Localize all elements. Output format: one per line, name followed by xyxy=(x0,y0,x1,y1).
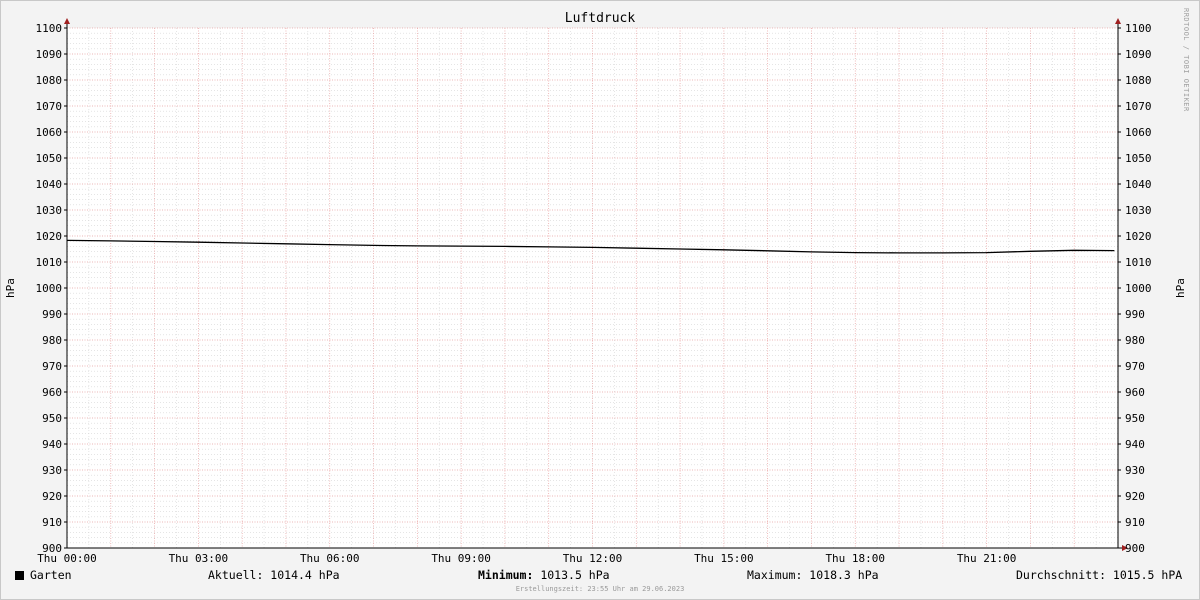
x-tick-label: Thu 15:00 xyxy=(694,552,754,565)
y-tick-label: 1020 xyxy=(1125,230,1152,243)
watermark: RRDTOOL / TOBI OETIKER xyxy=(1182,8,1190,112)
y-tick-label: 990 xyxy=(1125,308,1145,321)
y-tick-label: 1030 xyxy=(1125,204,1152,217)
legend-minimum: Minimum: 1013.5 hPa xyxy=(478,568,610,582)
legend-series: Garten xyxy=(15,568,72,582)
y-tick-label: 950 xyxy=(42,412,62,425)
y-tick-label: 980 xyxy=(42,334,62,347)
y-tick-label: 1000 xyxy=(1125,282,1152,295)
x-tick-label: Thu 03:00 xyxy=(169,552,229,565)
y-tick-label: 900 xyxy=(1125,542,1145,555)
y-tick-label: 1060 xyxy=(36,126,63,139)
y-tick-label: 950 xyxy=(1125,412,1145,425)
y-tick-label: 910 xyxy=(42,516,62,529)
footer-timestamp: Erstellungszeit: 23:55 Uhr am 29.06.2023 xyxy=(515,585,685,593)
y-tick-label: 1020 xyxy=(36,230,63,243)
legend-maximum: Maximum: 1018.3 hPa xyxy=(747,568,879,582)
legend-aktuell: Aktuell: 1014.4 hPa xyxy=(208,568,340,582)
x-tick-label: Thu 09:00 xyxy=(431,552,491,565)
y-tick-label: 940 xyxy=(42,438,62,451)
y-tick-label: 920 xyxy=(1125,490,1145,503)
y-tick-label: 990 xyxy=(42,308,62,321)
y-tick-labels-right: 900 910 920 930 940 950 960 970 980 990 1000 1010 10… xyxy=(1125,22,1152,555)
y-tick-label: 1060 xyxy=(1125,126,1152,139)
y-tick-label: 1050 xyxy=(36,152,63,165)
y-axis-label-right: hPa xyxy=(1174,278,1187,298)
legend-durchschnitt: Durchschnitt: 1015.5 hPA xyxy=(1016,568,1183,582)
y-tick-label: 1010 xyxy=(1125,256,1152,269)
chart-title: Luftdruck xyxy=(564,11,636,26)
y-tick-label: 970 xyxy=(1125,360,1145,373)
legend-minimum-label: Minimum: xyxy=(478,568,534,582)
y-tick-labels-left: 9009109209309409509609709809901000101010… xyxy=(36,22,63,555)
y-tick-label: 1070 xyxy=(36,100,63,113)
y-tick-label: 1040 xyxy=(1125,178,1152,191)
chart-canvas: 900 910 920 930 940 950 960 970 980 990 1000 1010 10… xyxy=(4,18,1187,565)
y-tick-label: 1090 xyxy=(36,48,63,61)
y-tick-label: 920 xyxy=(42,490,62,503)
x-tick-label: Thu 18:00 xyxy=(825,552,885,565)
y-tick-label: 910 xyxy=(1125,516,1145,529)
y-tick-label: 970 xyxy=(42,360,62,373)
y-tick-label: 1030 xyxy=(36,204,63,217)
legend-minimum-value: 1013.5 hPa xyxy=(540,568,610,582)
y-tick-label: 1010 xyxy=(36,256,63,269)
x-tick-label: Thu 21:00 xyxy=(957,552,1017,565)
y-tick-label: 1000 xyxy=(36,282,63,295)
y-tick-label: 980 xyxy=(1125,334,1145,347)
major-grid xyxy=(66,27,1119,549)
x-tick-label: Thu 12:00 xyxy=(563,552,623,565)
y-tick-label: 1080 xyxy=(36,74,63,87)
y-tick-label: 1050 xyxy=(1125,152,1152,165)
legend-series-label: Garten xyxy=(30,568,72,582)
y-tick-label: 1090 xyxy=(1125,48,1152,61)
y-tick-label: 1040 xyxy=(36,178,63,191)
y-tick-label: 930 xyxy=(42,464,62,477)
x-tick-label: Thu 00:00 xyxy=(37,552,97,565)
y-axis-label-left: hPa xyxy=(4,278,17,298)
y-tick-label: 1070 xyxy=(1125,100,1152,113)
x-tick-label: Thu 06:00 xyxy=(300,552,360,565)
y-tick-label: 940 xyxy=(1125,438,1145,451)
y-tick-label: 930 xyxy=(1125,464,1145,477)
y-tick-label: 960 xyxy=(1125,386,1145,399)
legend-swatch xyxy=(15,571,24,580)
y-tick-label: 1080 xyxy=(1125,74,1152,87)
y-tick-label: 960 xyxy=(42,386,62,399)
x-tick-labels: Thu 00:00 Thu 03:00 Thu 06:00 Thu 09:00 Thu … xyxy=(37,552,1016,565)
